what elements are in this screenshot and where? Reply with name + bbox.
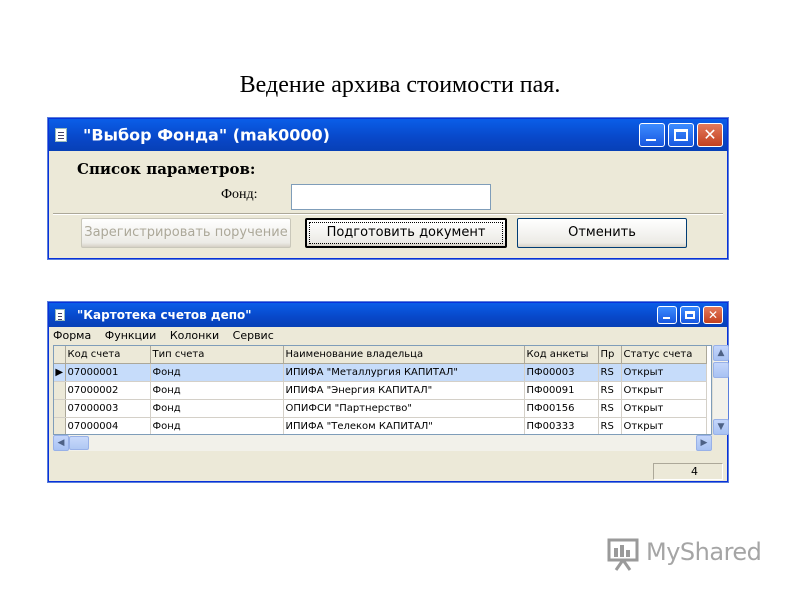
table-row[interactable]: ▶ 07000001 Фонд ИПИФА "Металлургия КАПИТ…	[54, 363, 707, 382]
parameters-heading: Список параметров:	[77, 160, 256, 178]
document-icon[interactable]	[55, 309, 65, 321]
close-button[interactable]: ✕	[697, 123, 723, 147]
window-title: "Выбор Фонда" (mak0000)	[83, 125, 330, 145]
maximize-icon	[684, 310, 696, 320]
row-indicator	[54, 381, 66, 400]
menu-functions[interactable]: Функции	[105, 329, 157, 342]
form-code-cell[interactable]: ПФ00156	[524, 399, 599, 418]
table-row[interactable]: 07000003 Фонд ОПИФСИ "Партнерство" ПФ001…	[54, 399, 707, 418]
pr-cell[interactable]: RS	[598, 363, 622, 382]
account-code-cell[interactable]: 07000003	[65, 399, 151, 418]
close-icon: ✕	[707, 308, 719, 322]
row-indicator	[54, 417, 66, 434]
fund-field[interactable]	[291, 184, 491, 210]
title-bar[interactable]: "Картотека счетов депо" ✕	[49, 303, 727, 327]
account-type-cell[interactable]: Фонд	[150, 399, 284, 418]
column-header[interactable]: Код счета	[65, 346, 151, 364]
account-type-cell[interactable]: Фонд	[150, 417, 284, 434]
vertical-scroll-thumb[interactable]	[713, 362, 729, 378]
document-icon[interactable]	[55, 128, 67, 142]
status-cell[interactable]: Открыт	[621, 399, 707, 418]
current-row-icon: ▶	[54, 363, 66, 382]
minimize-icon	[646, 139, 656, 142]
menu-service[interactable]: Сервис	[233, 329, 274, 342]
table-row[interactable]: 07000004 Фонд ИПИФА "Телеком КАПИТАЛ" ПФ…	[54, 417, 707, 434]
prepare-document-label: Подготовить документ	[309, 222, 503, 244]
depo-accounts-window: "Картотека счетов депо" ✕ Форма Функции …	[48, 302, 729, 482]
presentation-board-icon	[607, 538, 639, 571]
scroll-right-icon[interactable]: ▶	[696, 435, 712, 451]
close-icon: ✕	[703, 125, 717, 144]
fund-label: Фонд:	[221, 187, 258, 202]
column-header[interactable]: Код анкеты	[524, 346, 599, 364]
status-cell[interactable]: Открыт	[621, 363, 707, 382]
logo-text: MyShared	[646, 538, 762, 566]
minimize-button[interactable]	[657, 306, 677, 324]
pr-cell[interactable]: RS	[598, 417, 622, 434]
owner-name-cell[interactable]: ИПИФА "Металлургия КАПИТАЛ"	[283, 363, 525, 382]
vertical-scrollbar[interactable]: ▲ ▼	[712, 345, 729, 435]
horizontal-scrollbar[interactable]: ◀ ▶	[53, 435, 712, 451]
column-header[interactable]: Статус счета	[621, 346, 707, 364]
row-indicator-header	[54, 346, 66, 364]
slide-title: Ведение архива стоимости пая.	[239, 72, 561, 98]
column-header[interactable]: Наименование владельца	[283, 346, 525, 364]
maximize-button[interactable]	[668, 123, 694, 147]
pr-cell[interactable]: RS	[598, 399, 622, 418]
form-code-cell[interactable]: ПФ00333	[524, 417, 599, 434]
close-button[interactable]: ✕	[703, 306, 723, 324]
fund-selection-window: "Выбор Фонда" (mak0000) ✕ Список парамет…	[48, 118, 728, 259]
account-type-cell[interactable]: Фонд	[150, 363, 284, 382]
menu-columns[interactable]: Колонки	[170, 329, 219, 342]
maximize-button[interactable]	[680, 306, 700, 324]
status-cell[interactable]: Открыт	[621, 381, 707, 400]
account-code-cell[interactable]: 07000001	[65, 363, 151, 382]
owner-name-cell[interactable]: ИПИФА "Энергия КАПИТАЛ"	[283, 381, 525, 400]
register-order-button[interactable]: Зарегистрировать поручение	[81, 218, 291, 248]
menu-form[interactable]: Форма	[53, 329, 91, 342]
record-count: 4	[653, 463, 723, 480]
column-header[interactable]: Тип счета	[150, 346, 284, 364]
owner-name-cell[interactable]: ОПИФСИ "Партнерство"	[283, 399, 525, 418]
owner-name-cell[interactable]: ИПИФА "Телеком КАПИТАЛ"	[283, 417, 525, 434]
myshared-logo: MyShared	[606, 536, 776, 572]
menu-bar: Форма Функции Колонки Сервис	[53, 329, 284, 345]
scroll-up-icon[interactable]: ▲	[713, 345, 729, 361]
scroll-left-icon[interactable]: ◀	[53, 435, 69, 451]
account-code-cell[interactable]: 07000002	[65, 381, 151, 400]
cancel-button[interactable]: Отменить	[517, 218, 687, 248]
window-title: "Картотека счетов депо"	[77, 308, 252, 322]
title-bar[interactable]: "Выбор Фонда" (mak0000) ✕	[49, 119, 727, 151]
divider	[53, 213, 723, 215]
minimize-icon	[662, 317, 670, 320]
table-row[interactable]: 07000002 Фонд ИПИФА "Энергия КАПИТАЛ" ПФ…	[54, 381, 707, 400]
pr-cell[interactable]: RS	[598, 381, 622, 400]
row-indicator	[54, 399, 66, 418]
horizontal-scroll-thumb[interactable]	[69, 436, 89, 450]
minimize-button[interactable]	[639, 123, 665, 147]
accounts-grid[interactable]: Код счета Тип счета Наименование владель…	[53, 345, 712, 435]
account-type-cell[interactable]: Фонд	[150, 381, 284, 400]
scroll-down-icon[interactable]: ▼	[713, 419, 729, 435]
status-bar: 4	[53, 463, 723, 480]
column-header[interactable]: Пр	[598, 346, 622, 364]
maximize-icon	[674, 128, 688, 142]
account-code-cell[interactable]: 07000004	[65, 417, 151, 434]
form-code-cell[interactable]: ПФ00003	[524, 363, 599, 382]
prepare-document-button[interactable]: Подготовить документ	[305, 218, 507, 248]
status-cell[interactable]: Открыт	[621, 417, 707, 434]
form-code-cell[interactable]: ПФ00091	[524, 381, 599, 400]
